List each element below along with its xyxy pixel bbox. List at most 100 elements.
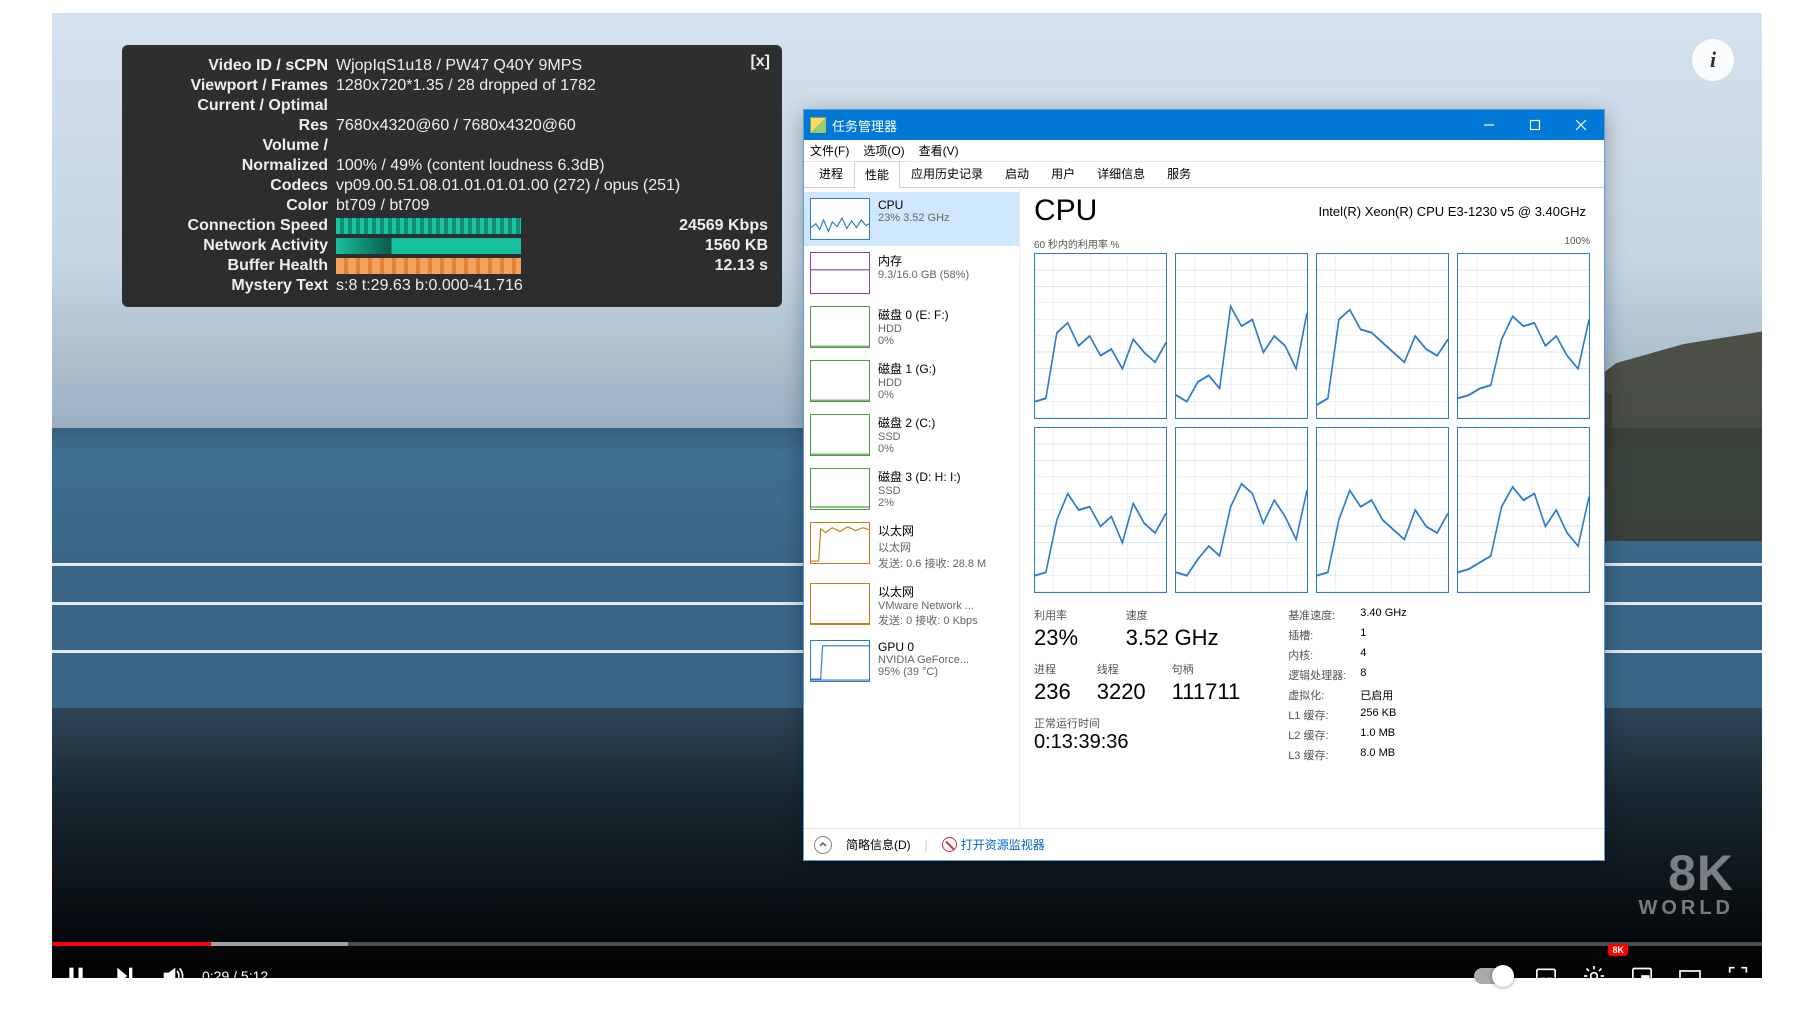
fullscreen-button[interactable]	[1714, 952, 1762, 1000]
stat-key: L2 缓存:	[1288, 727, 1346, 743]
perf-sub: NVIDIA GeForce...	[878, 654, 969, 666]
maximize-button[interactable]	[1512, 110, 1558, 140]
perf-title: 磁盘 3 (D: H: I:)	[878, 468, 961, 485]
less-details-button[interactable]: 简略信息(D)	[846, 836, 911, 853]
stat-label: 句柄	[1172, 661, 1241, 677]
tab-6[interactable]: 服务	[1156, 160, 1202, 187]
task-manager-window[interactable]: 任务管理器 文件(F) 选项(O) 查看(V) 进程性能应用历史记录启动用户详细信息…	[803, 109, 1605, 861]
close-button[interactable]	[1558, 110, 1604, 140]
menu-item[interactable]: 文件(F)	[810, 142, 849, 159]
perf-thumb	[810, 468, 870, 510]
tab-0[interactable]: 进程	[808, 160, 854, 187]
cpu-name: Intel(R) Xeon(R) CPU E3-1230 v5 @ 3.40GH…	[1318, 204, 1586, 219]
perf-item-8[interactable]: GPU 0NVIDIA GeForce...95% (39 °C)	[804, 634, 1019, 688]
perf-text: 磁盘 1 (G:)HDD0%	[878, 360, 936, 401]
autoplay-toggle[interactable]	[1474, 968, 1512, 984]
perf-title: 以太网	[878, 522, 986, 539]
stats-label: Res	[136, 117, 336, 135]
stats-label: Buffer Health	[136, 257, 336, 275]
perf-sub2: 发送: 0.6 接收: 28.8 M	[878, 555, 986, 571]
menu-item[interactable]: 选项(O)	[863, 142, 904, 159]
perf-item-2[interactable]: 磁盘 0 (E: F:)HDD0%	[804, 300, 1019, 354]
stat-value: 236	[1034, 679, 1071, 705]
menu-bar: 文件(F) 选项(O) 查看(V)	[804, 140, 1604, 162]
stat-key: L3 缓存:	[1288, 747, 1346, 763]
tab-1[interactable]: 性能	[854, 161, 900, 188]
stats-label: Volume /	[136, 137, 336, 155]
subtitles-button[interactable]	[1522, 952, 1570, 1000]
stats-value: 1280x720*1.35 / 28 dropped of 1782	[336, 77, 768, 95]
perf-sub: 23% 3.52 GHz	[878, 212, 950, 224]
perf-sub: 以太网	[878, 539, 986, 555]
stats-label: Connection Speed	[136, 217, 336, 235]
app-icon	[810, 117, 826, 133]
time-display: 0:29 / 5:12	[202, 968, 268, 984]
stat-key: 虚拟化:	[1288, 687, 1346, 703]
footer: 简略信息(D) | 打开资源监视器	[804, 828, 1604, 860]
perf-item-5[interactable]: 磁盘 3 (D: H: I:)SSD2%	[804, 462, 1019, 516]
stats-label: Mystery Text	[136, 277, 336, 295]
tab-bar: 进程性能应用历史记录启动用户详细信息服务	[804, 162, 1604, 188]
perf-thumb	[810, 306, 870, 348]
tab-3[interactable]: 启动	[994, 160, 1040, 187]
perf-item-7[interactable]: 以太网VMware Network ...发送: 0 接收: 0 Kbps	[804, 577, 1019, 634]
stat-value: 3.52 GHz	[1126, 625, 1241, 651]
perf-sub2: 0%	[878, 389, 936, 401]
miniplayer-button[interactable]	[1618, 952, 1666, 1000]
perf-item-1[interactable]: 内存9.3/16.0 GB (58%)	[804, 246, 1019, 300]
resmon-disabled-icon	[942, 837, 957, 852]
stats-label: Current / Optimal	[136, 97, 336, 115]
stat-key: L1 缓存:	[1288, 707, 1346, 723]
video-info-button[interactable]: i	[1692, 39, 1734, 81]
collapse-icon[interactable]	[814, 836, 832, 854]
tab-2[interactable]: 应用历史记录	[900, 160, 994, 187]
pause-button[interactable]	[52, 952, 100, 1000]
settings-button[interactable]: 8K	[1570, 952, 1618, 1000]
seek-played	[52, 942, 211, 946]
stats-label: Network Activity	[136, 237, 336, 255]
perf-sub: VMware Network ...	[878, 600, 978, 612]
minimize-button[interactable]	[1466, 110, 1512, 140]
stats-close-button[interactable]: [x]	[750, 53, 770, 71]
theater-button[interactable]	[1666, 952, 1714, 1000]
time-sep: /	[229, 968, 241, 984]
perf-sub: HDD	[878, 377, 936, 389]
titlebar[interactable]: 任务管理器	[804, 110, 1604, 140]
cpu-core-5	[1175, 427, 1308, 593]
perf-item-4[interactable]: 磁盘 2 (C:)SSD0%	[804, 408, 1019, 462]
resmon-label[interactable]: 打开资源监视器	[961, 836, 1045, 853]
stat-value: 111711	[1172, 679, 1241, 705]
perf-thumb	[810, 583, 870, 625]
perf-thumb	[810, 522, 870, 564]
chart-label-right: 100%	[1564, 236, 1590, 251]
tab-5[interactable]: 详细信息	[1086, 160, 1156, 187]
perf-item-6[interactable]: 以太网以太网发送: 0.6 接收: 28.8 M	[804, 516, 1019, 577]
stat-val: 256 KB	[1360, 707, 1406, 723]
perf-item-0[interactable]: CPU23% 3.52 GHz	[804, 192, 1019, 246]
stat-value: 3220	[1097, 679, 1146, 705]
volume-button[interactable]	[148, 952, 196, 1000]
stat-key: 基准速度:	[1288, 607, 1346, 623]
performance-list[interactable]: CPU23% 3.52 GHz内存9.3/16.0 GB (58%)磁盘 0 (…	[804, 188, 1020, 828]
perf-thumb	[810, 360, 870, 402]
perf-title: 磁盘 2 (C:)	[878, 414, 935, 431]
perf-sub: HDD	[878, 323, 949, 335]
stats-value: bt709 / bt709	[336, 197, 768, 215]
menu-item[interactable]: 查看(V)	[919, 142, 959, 159]
seek-buffered	[211, 942, 348, 946]
perf-sub: 9.3/16.0 GB (58%)	[878, 269, 969, 281]
perf-item-3[interactable]: 磁盘 1 (G:)HDD0%	[804, 354, 1019, 408]
resource-monitor-link[interactable]: 打开资源监视器	[942, 836, 1045, 853]
chart-label-left: 60 秒内的利用率 %	[1034, 236, 1120, 251]
cpu-core-3	[1457, 253, 1590, 419]
stat-key: 内核:	[1288, 647, 1346, 663]
perf-title: GPU 0	[878, 640, 969, 654]
next-button[interactable]	[100, 952, 148, 1000]
stats-sparkline	[336, 238, 521, 254]
perf-title: 内存	[878, 252, 969, 269]
watermark-main: 8K	[1638, 848, 1734, 898]
perf-thumb	[810, 198, 870, 240]
seek-bar[interactable]	[52, 942, 1762, 946]
uptime-label: 正常运行时间	[1034, 715, 1240, 731]
tab-4[interactable]: 用户	[1040, 160, 1086, 187]
